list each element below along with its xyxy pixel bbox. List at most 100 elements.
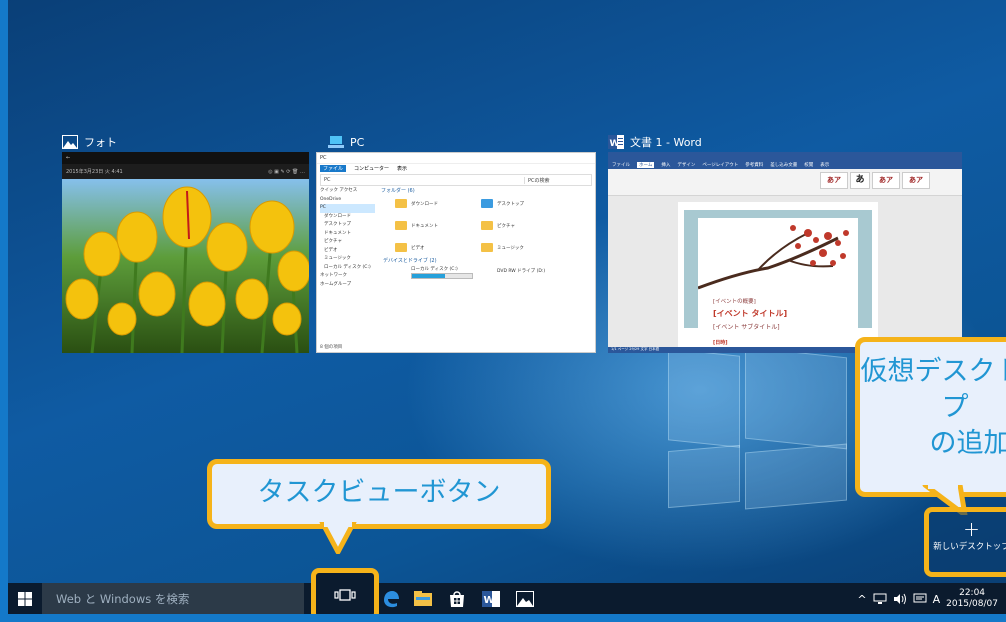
windows-logo-icon [18,592,32,606]
word-ribbon: あア あ あア あア [608,169,962,196]
store-icon [450,591,464,607]
photos-toolbar: 2015年3月23日 火 4:41 ◎ ▣ ✎ ⟳ 🗑 … [62,164,309,179]
photos-tool-icons: ◎ ▣ ✎ ⟳ 🗑 … [268,168,305,175]
svg-text:W: W [484,595,495,606]
explorer-nav-pane: クイック アクセス OneDrive PC ダウンロード デスクトップ ドキュメ… [320,187,375,289]
nav-item: ドキュメント [324,230,351,236]
drive-name: ローカル ディスク (C:) [411,267,458,272]
nav-item: ミュージック [324,256,351,261]
word-tab: ホーム [637,162,655,168]
word-style-swatch: あア [872,172,900,189]
word-tab: 挿入 [661,163,671,168]
pc-window-thumbnail[interactable]: PC ファイル コンピューター 表示 PC PCの検索 クイック アクセス On… [316,152,596,353]
explorer-window-title: PC [320,155,327,161]
word-window-label[interactable]: W 文書 1 - Word [608,134,702,150]
tulip-photo [62,179,309,353]
explorer-titlebar: PC [317,153,595,164]
photos-titlebar: ← [62,152,309,164]
task-view-button[interactable] [311,568,379,621]
wallpaper-window-pane [745,346,847,450]
word-ribbon-tabs: ファイル ホーム 挿入 デザイン ページレイアウト 参考資料 差し込み文書 校閲… [608,161,962,169]
drive-usage-bar [411,273,473,279]
search-input[interactable]: Web と Windows を検索 [42,583,304,615]
system-tray: ^ A 22:04 2015/08/07 [857,583,1006,615]
word-line: [イベント サブタイトル] [713,324,780,331]
word-icon: W [482,591,500,607]
photos-icon [62,135,78,149]
word-tab: 参考資料 [745,163,764,168]
nav-item: ローカル ディスク (C:) [324,264,371,270]
word-style-swatch: あ [850,172,870,189]
file-explorer-icon [414,591,432,606]
nav-item: PC [320,204,375,213]
word-window-thumbnail[interactable]: ファイル ホーム 挿入 デザイン ページレイアウト 参考資料 差し込み文書 校閲… [608,152,962,353]
nav-item: ネットワーク [320,273,347,278]
explorer-search-box: PCの検索 [524,176,588,184]
word-document-page: [イベントの概要] [イベント タイトル] [イベント サブタイトル] [日時] [678,202,878,347]
photos-date-text: 2015年3月23日 火 4:41 [66,169,123,175]
ime-indicator[interactable]: A [933,593,941,606]
tulip-photo-image [62,179,309,353]
folder-icon [481,243,493,252]
virtual-desktop-callout-line1: 仮想デスクトップ [860,356,1006,423]
notification-icon[interactable] [913,593,927,605]
nav-item: ビデオ [324,247,338,253]
word-tab: ファイル [612,163,630,168]
folder-name: デスクトップ [497,202,524,207]
word-line: [日時] [713,340,728,346]
taskview-callout: タスクビューボタン [207,459,551,529]
word-titlebar [608,152,962,161]
taskbar-photos-button[interactable] [508,583,542,615]
word-line: [イベント タイトル] [713,309,788,318]
folder-icon [395,243,407,252]
pc-window-title: PC [350,135,365,149]
wallpaper-window-pane [745,443,847,510]
virtual-desktop-callout-line2: の追加 [929,428,1006,459]
nav-item: ホームグループ [320,281,352,287]
folders-header: フォルダー (6) [381,188,415,194]
word-style-swatch: あア [902,172,930,189]
wallpaper-window-pane [668,444,740,509]
explorer-address-text: PC [324,177,331,183]
word-window-title: 文書 1 - Word [630,136,702,149]
word-style-swatch: あア [820,172,848,189]
taskview-callout-pointer [319,522,357,554]
clock-date: 2015/08/07 [946,599,998,609]
folder-name: ピクチャ [497,224,515,229]
start-button[interactable] [8,583,42,615]
explorer-tab-computer: コンピューター [354,165,390,172]
edge-icon [384,591,399,608]
nav-item: OneDrive [320,196,342,202]
network-icon[interactable] [873,593,887,605]
word-tab: 表示 [820,163,830,168]
taskbar-explorer-button[interactable] [406,583,440,615]
taskview-callout-text: タスクビューボタン [257,477,501,508]
explorer-tab-view: 表示 [397,165,408,172]
nav-item: クイック アクセス [320,188,358,193]
wallpaper-window-pane [668,348,740,448]
photos-icon [516,591,534,607]
photos-window-label[interactable]: フォト [62,134,117,150]
nav-item: ピクチャ [324,239,342,244]
pc-window-label[interactable]: PC [328,134,364,150]
new-desktop-button[interactable]: + 新しいデスクトップ [924,507,1006,577]
volume-icon[interactable] [893,593,907,605]
taskbar-edge-button[interactable] [374,583,408,615]
folder-name: ビデオ [411,246,425,251]
folder-icon [481,199,493,208]
chevron-up-icon[interactable]: ^ [857,593,866,606]
explorer-tab-file: ファイル [320,164,347,172]
cherry-blossom-illustration [697,225,849,290]
taskbar-word-button[interactable]: W [474,583,508,615]
folder-name: ダウンロード [411,202,438,207]
task-view-icon [334,588,356,601]
word-tab: 差し込み文書 [770,163,798,168]
explorer-ribbon-tabs: ファイル コンピューター 表示 [317,164,595,172]
taskbar-store-button[interactable] [440,583,474,615]
clock[interactable]: 22:04 2015/08/07 [946,588,998,610]
drive-name: DVD RW ドライブ (D:) [497,269,546,274]
clock-time: 22:04 [959,588,986,598]
folder-icon [481,221,493,230]
photos-window-thumbnail[interactable]: ← 2015年3月23日 火 4:41 ◎ ▣ ✎ ⟳ 🗑 … [62,152,309,353]
word-icon: W [608,135,624,149]
